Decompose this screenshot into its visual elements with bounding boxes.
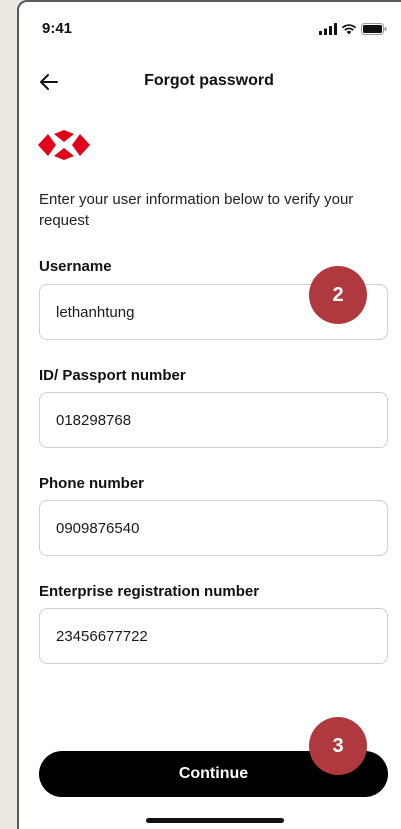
continue-button-label: Continue bbox=[178, 765, 249, 782]
enterprise-registration-value: 23456677722 bbox=[56, 627, 148, 645]
phone-number-field[interactable]: 0909876540 bbox=[39, 500, 388, 556]
intro-text: Enter your user information below to ver… bbox=[39, 191, 354, 229]
id-passport-field[interactable]: 018298768 bbox=[39, 392, 388, 448]
phone-number-label: Phone number bbox=[39, 475, 145, 492]
username-value: lethanhtung bbox=[56, 303, 135, 321]
brand-logo-icon bbox=[38, 130, 90, 160]
status-time: 9:41 bbox=[42, 20, 73, 37]
wifi-icon bbox=[341, 22, 357, 40]
enterprise-registration-label: Enterprise registration number bbox=[39, 583, 260, 600]
status-icons bbox=[319, 22, 387, 40]
username-label: Username bbox=[39, 258, 112, 275]
battery-icon bbox=[361, 22, 387, 40]
step-badge-2: 2 bbox=[309, 266, 367, 324]
home-indicator bbox=[146, 818, 284, 823]
header: Forgot password bbox=[17, 62, 401, 102]
step-badge-3: 3 bbox=[309, 717, 367, 775]
id-passport-value: 018298768 bbox=[56, 411, 132, 429]
page-title: Forgot password bbox=[144, 72, 274, 89]
phone-number-value: 0909876540 bbox=[56, 519, 140, 537]
signal-icon bbox=[319, 22, 337, 40]
id-passport-label: ID/ Passport number bbox=[39, 367, 186, 384]
enterprise-registration-field[interactable]: 23456677722 bbox=[39, 608, 388, 664]
